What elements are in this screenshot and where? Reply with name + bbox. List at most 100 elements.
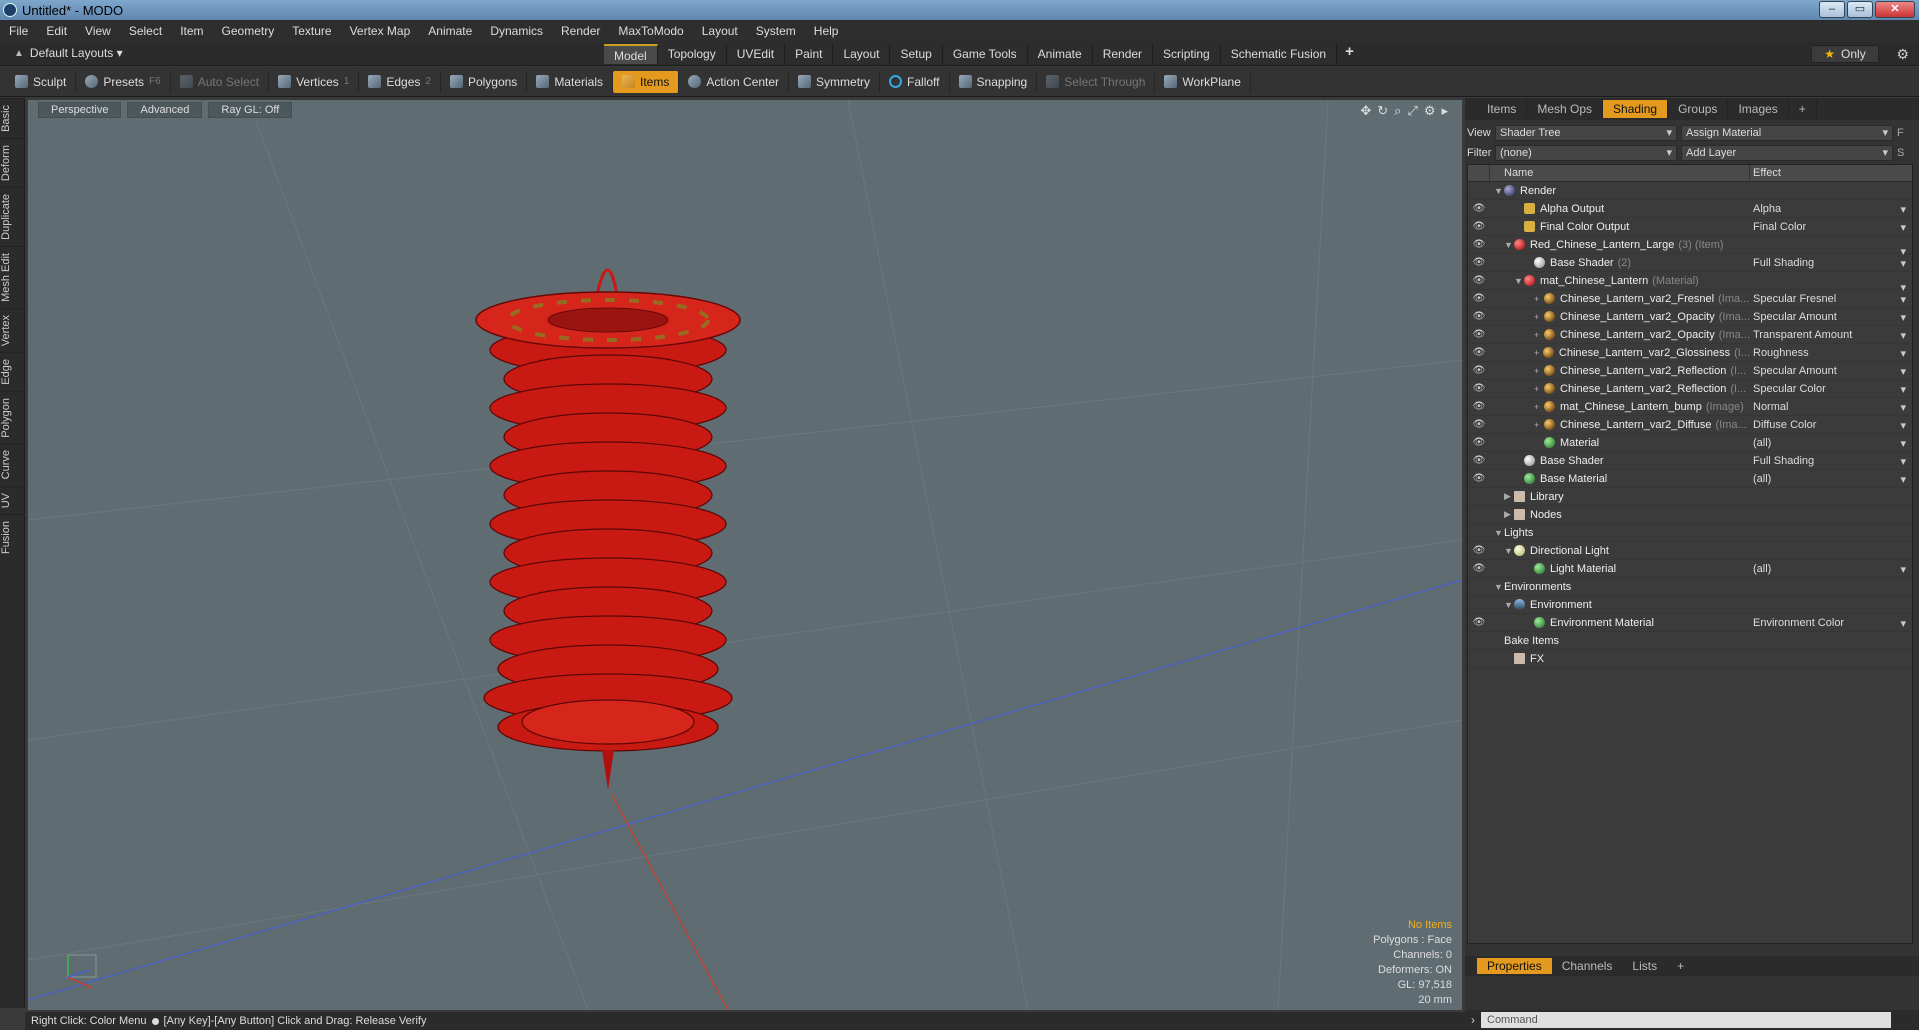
left-tab-curve[interactable]: Curve (0, 443, 25, 486)
tree-twisty-icon[interactable]: + (1534, 420, 1544, 430)
add-layer-button[interactable]: Add Layer (1681, 145, 1893, 161)
shader-tree-row[interactable]: 👁 Material (all) (1468, 434, 1912, 452)
tree-item-effect[interactable]: Environment Color (1750, 617, 1912, 630)
menu-layout[interactable]: Layout (693, 24, 747, 38)
shader-tree-row[interactable]: ▶ Library (1468, 488, 1912, 506)
perspective-button[interactable]: Perspective (38, 102, 122, 118)
pan-icon[interactable]: ✥ (1360, 103, 1371, 119)
advanced-button[interactable]: Advanced (127, 102, 203, 118)
tree-twisty-icon[interactable]: ▼ (1494, 582, 1504, 592)
eye-icon[interactable]: 👁 (1468, 545, 1490, 556)
shader-tree-row[interactable]: 👁 + Chinese_Lantern_var2_Opacity (Ima... Tra… (1468, 326, 1912, 344)
edges-button[interactable]: Edges 2 (359, 70, 441, 93)
tree-item-effect[interactable]: Final Color (1750, 221, 1912, 234)
shader-tree-row[interactable]: 👁 Alpha Output Alpha (1468, 200, 1912, 218)
left-tab-edge[interactable]: Edge (0, 351, 25, 391)
tree-item-effect[interactable]: Specular Fresnel (1750, 293, 1912, 306)
assign-material-button[interactable]: Assign Material (1681, 125, 1893, 141)
shader-tree-row[interactable]: 👁 Light Material (all) (1468, 560, 1912, 578)
shader-tree-row[interactable]: ▶ Nodes (1468, 506, 1912, 524)
shader-tree-row[interactable]: 👁 + Chinese_Lantern_var2_Reflection (I... Sp… (1468, 362, 1912, 380)
rotate-icon[interactable]: ↻ (1377, 103, 1388, 119)
zoom-icon[interactable]: ⌕ (1394, 103, 1401, 119)
menu-item[interactable]: Item (171, 24, 212, 38)
shader-tree-row[interactable]: 👁 + Chinese_Lantern_var2_Opacity (Ima... Spe… (1468, 308, 1912, 326)
shader-tree-row[interactable]: 👁 ▼ Red_Chinese_Lantern_Large (3) (Item) (1468, 236, 1912, 258)
eye-icon[interactable]: 👁 (1468, 419, 1490, 430)
eye-icon[interactable]: 👁 (1468, 473, 1490, 484)
symmetry-button[interactable]: Symmetry (789, 70, 881, 93)
shader-tree-row[interactable]: FX (1468, 650, 1912, 668)
eye-icon[interactable]: 👁 (1468, 293, 1490, 304)
tree-item-effect[interactable]: Diffuse Color (1750, 419, 1912, 432)
eye-icon[interactable]: 👁 (1468, 563, 1490, 574)
menu-dynamics[interactable]: Dynamics (481, 24, 552, 38)
shader-tree-row[interactable]: 👁 Final Color Output Final Color (1468, 218, 1912, 236)
eye-icon[interactable]: 👁 (1468, 347, 1490, 358)
layouts-dropdown[interactable]: ▲ Default Layouts ▾ (14, 46, 123, 60)
shader-tree-row[interactable]: 👁 Base Shader (2) Full Shading (1468, 254, 1912, 272)
tab-layout[interactable]: Layout (833, 44, 891, 64)
snapping-button[interactable]: Snapping (950, 70, 1038, 93)
tree-item-effect[interactable]: Specular Amount (1750, 311, 1912, 324)
left-tab-polygon[interactable]: Polygon (0, 390, 25, 444)
tree-twisty-icon[interactable]: ▶ (1504, 509, 1514, 520)
tree-item-effect[interactable]: (all) (1750, 437, 1912, 450)
tree-twisty-icon[interactable]: ▶ (1504, 491, 1514, 502)
command-input[interactable]: Command (1481, 1012, 1891, 1028)
tab-scripting[interactable]: Scripting (1153, 44, 1221, 64)
name-column-header[interactable]: Name (1490, 165, 1750, 181)
polygons-button[interactable]: Polygons (441, 70, 528, 93)
tab-paint[interactable]: Paint (785, 44, 834, 64)
tab-schematic-fusion[interactable]: Schematic Fusion (1220, 44, 1338, 64)
shader-tree-row[interactable]: ▼ Lights (1468, 524, 1912, 542)
eye-icon[interactable]: 👁 (1468, 239, 1490, 250)
left-tab-basic[interactable]: Basic (0, 98, 25, 138)
tab-topology[interactable]: Topology (657, 44, 727, 64)
tab-uvedit[interactable]: UVEdit (726, 44, 786, 64)
tree-item-effect[interactable]: (all) (1750, 563, 1912, 576)
eye-icon[interactable]: 👁 (1468, 275, 1490, 286)
arrow-right-icon[interactable]: ▸ (1441, 103, 1448, 119)
eye-icon[interactable]: 👁 (1468, 365, 1490, 376)
eye-icon[interactable]: 👁 (1468, 437, 1490, 448)
add-prop-tab-button[interactable]: + (1667, 958, 1694, 974)
prop-tab-properties[interactable]: Properties (1477, 958, 1552, 974)
left-tab-uv[interactable]: UV (0, 485, 25, 515)
eye-icon[interactable]: 👁 (1468, 221, 1490, 232)
shader-tree-row[interactable]: 👁 + Chinese_Lantern_var2_Reflection (I... Sp… (1468, 380, 1912, 398)
maximize-icon[interactable]: ⤢ (1407, 103, 1417, 119)
tree-twisty-icon[interactable]: ▼ (1504, 546, 1514, 556)
shader-tree-row[interactable]: ▼ Render (1468, 182, 1912, 200)
menu-view[interactable]: View (76, 24, 120, 38)
tree-twisty-icon[interactable]: + (1534, 330, 1544, 340)
shader-tree-row[interactable]: Bake Items (1468, 632, 1912, 650)
tree-item-effect[interactable]: Full Shading (1750, 257, 1912, 270)
close-button[interactable]: ✕ (1875, 1, 1915, 18)
tree-item-effect[interactable]: Transparent Amount (1750, 329, 1912, 342)
left-tab-vertex[interactable]: Vertex (0, 307, 25, 352)
shader-tree-row[interactable]: 👁 Base Shader Full Shading (1468, 452, 1912, 470)
tree-twisty-icon[interactable]: + (1534, 384, 1544, 394)
items-button[interactable]: Items (613, 70, 680, 93)
menu-render[interactable]: Render (552, 24, 609, 38)
presets-button[interactable]: Presets F6 (76, 70, 171, 93)
maximize-button[interactable]: ▭ (1847, 1, 1873, 18)
tree-twisty-icon[interactable]: ▼ (1514, 276, 1524, 286)
filter-select[interactable]: (none) (1495, 145, 1677, 161)
add-panel-tab-button[interactable]: + (1789, 100, 1817, 118)
select-through-button[interactable]: Select Through (1037, 70, 1156, 93)
tab-animate[interactable]: Animate (1027, 44, 1093, 64)
tree-twisty-icon[interactable]: ▼ (1504, 600, 1514, 610)
menu-help[interactable]: Help (805, 24, 848, 38)
sculpt-button[interactable]: Sculpt (6, 70, 77, 93)
tree-twisty-icon[interactable]: ▼ (1494, 528, 1504, 538)
tab-render[interactable]: Render (1092, 44, 1154, 64)
add-tab-button[interactable]: + (1337, 44, 1362, 64)
falloff-button[interactable]: Falloff (880, 70, 950, 93)
shader-tree-row[interactable]: 👁 + mat_Chinese_Lantern_bump (Image) Normal (1468, 398, 1912, 416)
eye-icon[interactable]: 👁 (1468, 203, 1490, 214)
tree-twisty-icon[interactable]: ▼ (1504, 240, 1514, 250)
3d-viewport[interactable]: Perspective Advanced Ray GL: Off ✥ ↻ ⌕ ⤢… (28, 100, 1462, 1010)
shader-tree-row[interactable]: 👁 Base Material (all) (1468, 470, 1912, 488)
